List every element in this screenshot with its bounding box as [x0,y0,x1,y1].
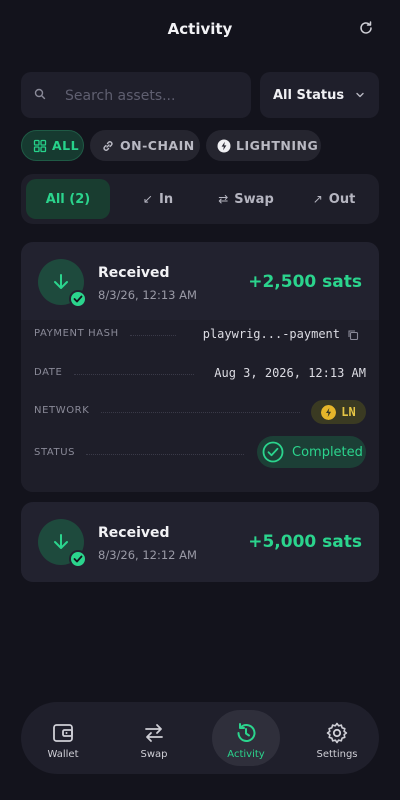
nav-settings-label: Settings [316,749,358,760]
status-label: STATUS [34,447,76,458]
status-value: Completed [292,444,363,460]
transaction-card[interactable]: Received 8/3/26, 12:13 AM +2,500 sats PA… [21,242,379,492]
search-box [21,72,251,120]
history-icon [237,723,256,742]
transaction-type: Received [98,525,170,541]
transaction-summary[interactable]: Received 8/3/26, 12:12 AM +5,000 sats [21,502,379,580]
chip-all[interactable]: ALL [21,130,84,161]
tab-all[interactable]: All (2) [26,179,110,219]
wallet-icon [53,724,73,742]
tab-out[interactable]: ↗ Out [293,179,375,219]
chip-lightning[interactable]: LIGHTNING [206,130,321,161]
swap-arrows-icon: ⇄ [218,192,229,206]
payment-hash-value: playwrig...-payment [202,327,340,341]
transaction-amount: +2,500 sats [248,272,362,292]
tab-swap[interactable]: ⇄ Swap [205,179,287,219]
nav-settings[interactable]: Settings [303,710,371,766]
bolt-icon [217,139,231,152]
transaction-card[interactable]: Received 8/3/26, 12:12 AM +5,000 sats [21,502,379,582]
tab-all-label: All (2) [45,191,91,207]
tab-in-label: In [158,191,174,207]
payment-hash-label: PAYMENT HASH [34,328,119,339]
transaction-summary[interactable]: Received 8/3/26, 12:13 AM +2,500 sats [21,242,379,320]
copy-icon[interactable] [347,329,359,341]
payment-hash-row: PAYMENT HASH playwrig...-payment [34,325,366,345]
status-badge: Completed [257,436,366,468]
transaction-date: 8/3/26, 12:13 AM [98,288,197,302]
transaction-amount: +5,000 sats [248,532,362,552]
chip-lightning-label: LIGHTNING [236,138,319,153]
search-icon [34,88,46,100]
search-input[interactable] [63,72,247,120]
grid-icon [33,139,47,152]
arrow-down-icon [54,274,68,289]
tab-swap-label: Swap [234,191,274,207]
date-value: Aug 3, 2026, 12:13 AM [214,366,366,380]
link-icon [103,140,113,151]
lightning-icon [321,404,337,420]
nav-swap[interactable]: Swap [120,710,188,766]
date-row: DATE Aug 3, 2026, 12:13 AM [34,364,366,384]
chevron-down-icon [356,92,364,98]
status-filter-select[interactable]: All Status [260,72,379,118]
nav-activity[interactable]: Activity [212,710,280,766]
chip-on-chain[interactable]: ON-CHAIN [90,130,200,161]
tab-out-label: Out [328,191,356,207]
network-badge: LN [311,400,366,424]
status-row: STATUS Completed [34,436,366,468]
direction-tabs: All (2) ↙ In ⇄ Swap ↗ Out [21,174,379,224]
transaction-date: 8/3/26, 12:12 AM [98,548,197,562]
nav-wallet[interactable]: Wallet [29,710,97,766]
refresh-icon[interactable] [358,20,374,36]
transaction-type: Received [98,265,170,281]
nav-wallet-label: Wallet [47,749,79,760]
gear-icon [326,722,348,744]
network-label: NETWORK [34,405,90,416]
arrow-down-icon [54,534,68,549]
nav-activity-label: Activity [227,749,265,760]
check-icon [69,290,87,308]
swap-icon [145,724,163,742]
transaction-details: PAYMENT HASH playwrig...-payment DATE Au… [21,320,379,492]
network-row: NETWORK LN [34,400,366,424]
bottom-nav: Wallet Swap Activity Settings [21,702,379,774]
tab-in[interactable]: ↙ In [117,179,199,219]
arrow-up-right-icon: ↗ [312,192,323,206]
date-label: DATE [34,367,63,378]
status-filter-value: All Status [273,88,345,103]
chip-all-label: ALL [52,138,80,153]
page-title: Activity [167,20,233,38]
network-value: LN [341,405,356,419]
check-icon [69,550,87,568]
nav-swap-label: Swap [140,749,168,760]
chip-on-chain-label: ON-CHAIN [120,138,195,153]
arrow-down-left-icon: ↙ [142,192,153,206]
check-circle-icon [262,441,284,463]
header: Activity [0,0,400,60]
